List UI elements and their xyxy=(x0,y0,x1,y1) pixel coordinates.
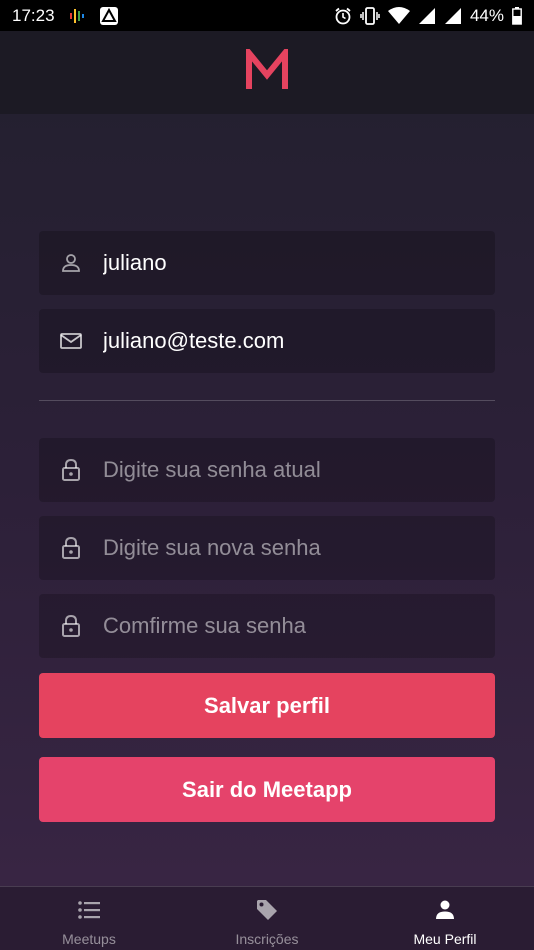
save-profile-button[interactable]: Salvar perfil xyxy=(39,673,495,738)
tab-inscricoes[interactable]: Inscrições xyxy=(178,887,356,950)
logout-button[interactable]: Sair do Meetapp xyxy=(39,757,495,822)
new-password-field[interactable] xyxy=(39,516,495,580)
lock-icon xyxy=(59,458,83,482)
app-notification-icon xyxy=(69,7,85,25)
tab-label: Inscrições xyxy=(235,931,299,947)
battery-icon xyxy=(512,6,522,25)
user-icon xyxy=(59,251,83,275)
status-time: 17:23 xyxy=(12,5,55,25)
email-input[interactable] xyxy=(103,328,463,354)
tag-icon xyxy=(254,897,280,923)
old-password-input[interactable] xyxy=(103,457,463,483)
form-divider xyxy=(39,400,495,401)
list-icon xyxy=(76,897,102,923)
signal-2-icon xyxy=(444,7,462,25)
confirm-password-field[interactable] xyxy=(39,594,495,658)
status-bar: 17:23 44% xyxy=(0,0,534,31)
tab-label: Meetups xyxy=(62,931,116,947)
app-header xyxy=(0,31,534,114)
email-field[interactable] xyxy=(39,309,495,373)
name-input[interactable] xyxy=(103,250,463,276)
battery-percentage: 44% xyxy=(469,5,504,25)
name-field[interactable] xyxy=(39,231,495,295)
vibrate-icon xyxy=(360,6,380,25)
drive-notification-icon xyxy=(99,6,119,26)
lock-icon xyxy=(59,536,83,560)
new-password-input[interactable] xyxy=(103,535,463,561)
old-password-field[interactable] xyxy=(39,438,495,502)
confirm-password-input[interactable] xyxy=(103,613,463,639)
bottom-tab-bar: Meetups Inscrições Meu Perfil xyxy=(0,886,534,950)
mail-icon xyxy=(59,329,83,353)
person-icon xyxy=(432,897,458,923)
alarm-icon xyxy=(334,7,352,25)
wifi-icon xyxy=(387,6,410,25)
tab-meetups[interactable]: Meetups xyxy=(0,887,178,950)
signal-icon xyxy=(418,7,436,25)
lock-icon xyxy=(59,614,83,638)
meetapp-logo xyxy=(245,44,289,96)
tab-label: Meu Perfil xyxy=(413,931,477,947)
tab-meu-perfil[interactable]: Meu Perfil xyxy=(356,887,534,950)
